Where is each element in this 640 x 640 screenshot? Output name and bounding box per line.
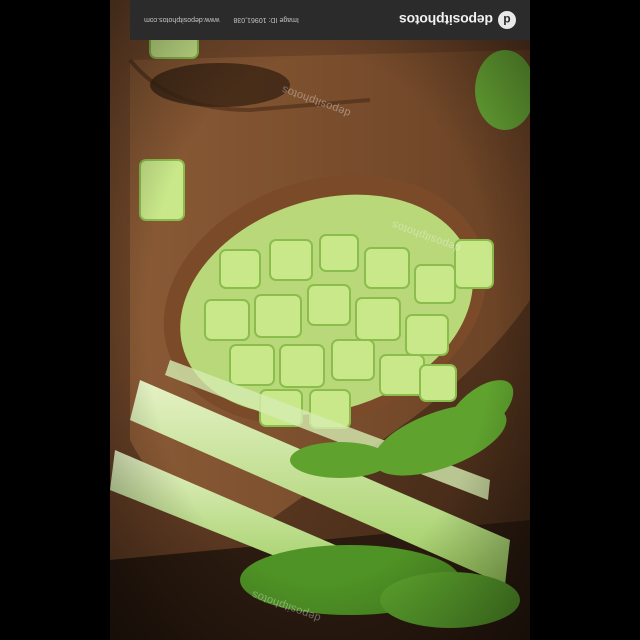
photo-frame: d depositphotos Image ID: 10961,038 www.… xyxy=(110,0,530,640)
site-url: www.depositphotos.com xyxy=(144,16,220,24)
depositphotos-logo-icon: d xyxy=(498,11,516,29)
banner-meta: Image ID: 10961,038 www.depositphotos.co… xyxy=(144,17,299,24)
brand-logo: d depositphotos xyxy=(399,11,516,29)
image-id: Image ID: 10961,038 xyxy=(233,16,299,24)
brand-name: depositphotos xyxy=(399,12,493,28)
stock-banner: d depositphotos Image ID: 10961,038 www.… xyxy=(130,0,530,40)
